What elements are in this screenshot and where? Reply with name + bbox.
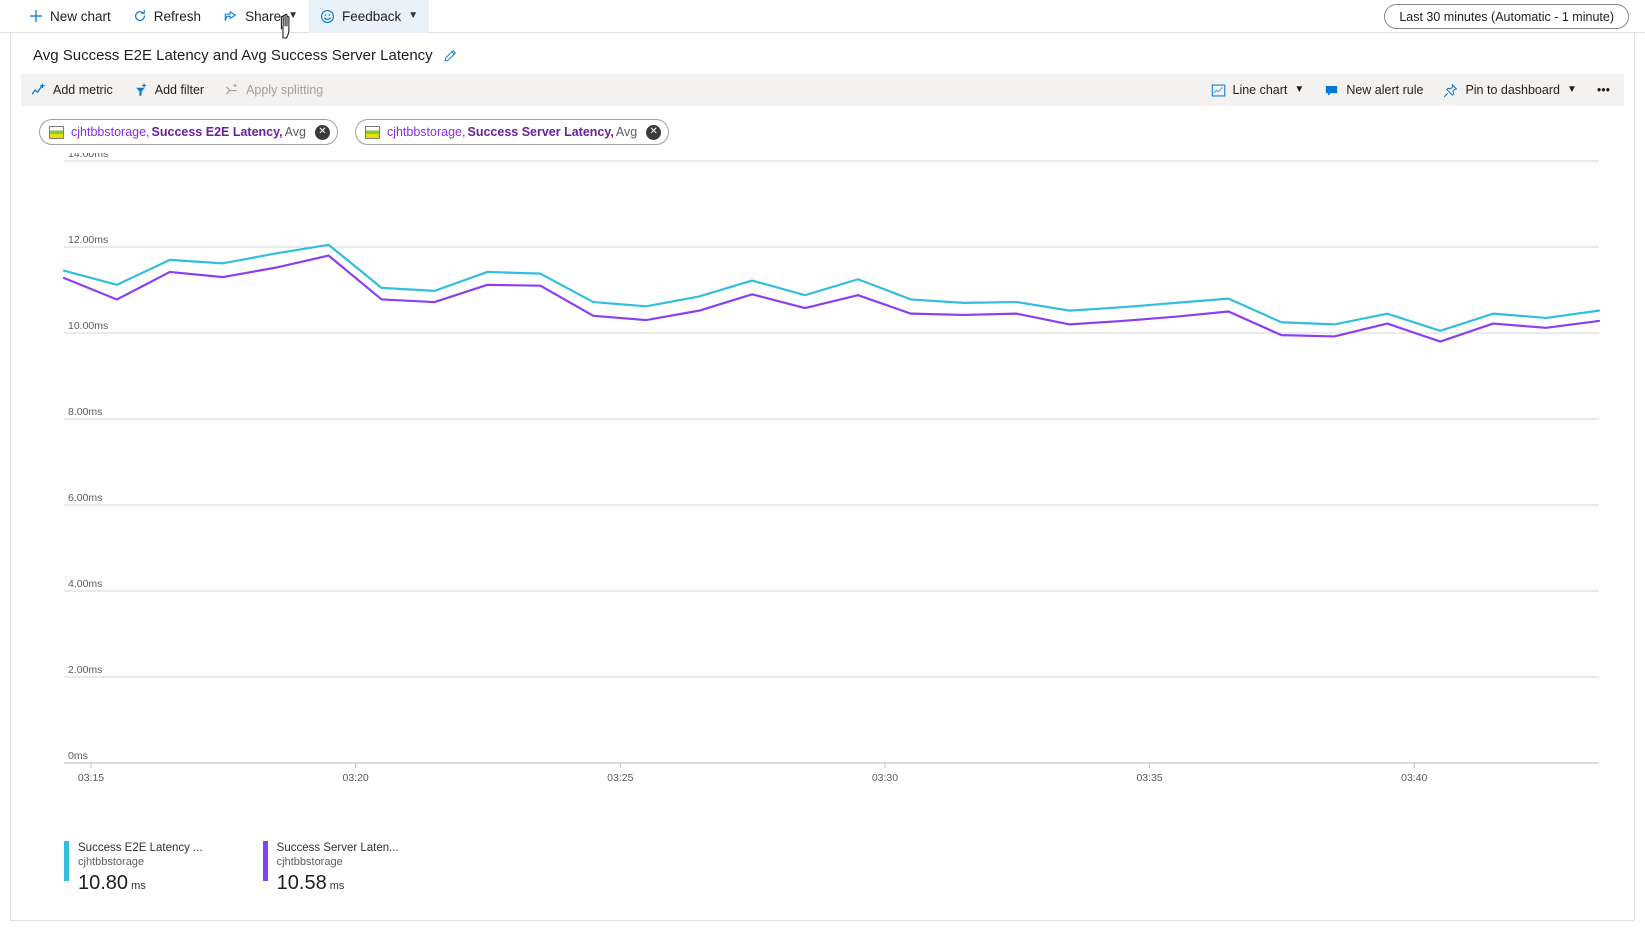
add-filter-label: Add filter — [155, 83, 204, 97]
svg-text:8.00ms: 8.00ms — [68, 406, 102, 418]
storage-account-icon — [49, 126, 64, 139]
pill-metric: Success E2E Latency, — [152, 125, 283, 139]
chart-type-button[interactable]: Line chart ▼ — [1201, 74, 1315, 106]
chart-card: Avg Success E2E Latency and Avg Success … — [10, 33, 1635, 921]
pin-icon — [1443, 83, 1458, 98]
svg-text:0ms: 0ms — [68, 750, 88, 762]
top-command-bar: New chart Refresh Share ▼ Fe — [0, 0, 1645, 33]
close-icon[interactable]: ✕ — [646, 125, 661, 140]
svg-text:03:15: 03:15 — [78, 772, 104, 784]
add-filter-icon — [133, 83, 148, 98]
more-options-label: ••• — [1597, 83, 1610, 97]
plot-area[interactable]: 0ms 2.00ms 4.00ms 6.00ms 8.00ms 10.00ms 12.00m… — [11, 153, 1634, 833]
metric-pill-list: cjhtbbstorage, Success E2E Latency, Avg … — [11, 106, 1634, 145]
refresh-icon — [133, 9, 147, 23]
legend-item-e2e-latency[interactable]: Success E2E Latency ... cjhtbbstorage 10… — [64, 841, 203, 898]
edit-pencil-icon[interactable] — [443, 49, 457, 63]
svg-text:03:30: 03:30 — [872, 772, 898, 784]
svg-text:4.00ms: 4.00ms — [68, 578, 102, 590]
plus-icon — [29, 9, 43, 23]
add-metric-label: Add metric — [53, 83, 113, 97]
apply-splitting-label: Apply splitting — [246, 83, 323, 97]
new-chart-label: New chart — [50, 9, 111, 24]
legend-series-name: Success E2E Latency ... — [78, 841, 203, 855]
chart-toolbar-right: Line chart ▼ New alert rule — [1201, 74, 1621, 106]
legend-item-server-latency[interactable]: Success Server Laten... cjhtbbstorage 10… — [263, 841, 399, 898]
chart-toolbar: Add metric Add filter Apply splitting — [21, 74, 1624, 106]
chevron-down-icon: ▼ — [288, 11, 298, 21]
add-metric-icon — [31, 83, 46, 98]
svg-text:10.00ms: 10.00ms — [68, 320, 108, 332]
pill-resource: cjhtbbstorage, — [387, 125, 466, 139]
line-chart-icon — [1211, 83, 1226, 98]
share-button[interactable]: Share ▼ — [212, 0, 309, 33]
legend-resource-name: cjhtbbstorage — [78, 855, 203, 869]
add-filter-button[interactable]: Add filter — [123, 74, 214, 106]
legend-color-swatch — [64, 841, 69, 881]
feedback-button[interactable]: Feedback ▼ — [309, 0, 429, 33]
refresh-button[interactable]: Refresh — [122, 0, 212, 33]
pin-to-dashboard-label: Pin to dashboard — [1465, 83, 1560, 97]
legend-series-name: Success Server Laten... — [277, 841, 399, 855]
metric-pill-server-latency[interactable]: cjhtbbstorage, Success Server Latency, A… — [355, 119, 669, 145]
svg-text:03:35: 03:35 — [1136, 772, 1162, 784]
svg-text:6.00ms: 6.00ms — [68, 492, 102, 504]
svg-text:14.00ms: 14.00ms — [68, 153, 108, 160]
smiley-icon — [320, 9, 335, 24]
alert-icon — [1324, 83, 1339, 98]
apply-splitting-icon — [224, 83, 239, 98]
page-title: Avg Success E2E Latency and Avg Success … — [33, 47, 433, 64]
new-chart-button[interactable]: New chart — [18, 0, 122, 33]
share-label: Share — [245, 9, 281, 24]
apply-splitting-button[interactable]: Apply splitting — [214, 74, 333, 106]
feedback-label: Feedback — [342, 9, 401, 24]
chart-title-row: Avg Success E2E Latency and Avg Success … — [11, 33, 1634, 74]
svg-text:03:40: 03:40 — [1401, 772, 1427, 784]
legend-unit: ms — [330, 880, 345, 892]
legend-unit: ms — [131, 880, 146, 892]
refresh-label: Refresh — [154, 9, 201, 24]
new-alert-rule-label: New alert rule — [1346, 83, 1423, 97]
add-metric-button[interactable]: Add metric — [21, 74, 123, 106]
time-range-picker[interactable]: Last 30 minutes (Automatic - 1 minute) — [1384, 4, 1629, 29]
close-icon[interactable]: ✕ — [315, 125, 330, 140]
chevron-down-icon: ▼ — [408, 11, 418, 21]
svg-text:12.00ms: 12.00ms — [68, 234, 108, 246]
line-chart-svg[interactable]: 0ms 2.00ms 4.00ms 6.00ms 8.00ms 10.00ms 12.00m… — [11, 153, 1631, 833]
pill-resource: cjhtbbstorage, — [71, 125, 150, 139]
storage-account-icon — [365, 126, 380, 139]
metric-pill-e2e-latency[interactable]: cjhtbbstorage, Success E2E Latency, Avg … — [39, 119, 338, 145]
chart-legend: Success E2E Latency ... cjhtbbstorage 10… — [11, 841, 1634, 898]
chart-type-label: Line chart — [1233, 83, 1288, 97]
pin-to-dashboard-button[interactable]: Pin to dashboard ▼ — [1433, 74, 1586, 106]
legend-value: 10.80ms — [78, 871, 203, 898]
legend-value: 10.58ms — [277, 871, 399, 898]
legend-color-swatch — [263, 841, 268, 881]
svg-text:2.00ms: 2.00ms — [68, 664, 102, 676]
svg-text:03:25: 03:25 — [607, 772, 633, 784]
svg-text:03:20: 03:20 — [343, 772, 369, 784]
share-icon — [223, 9, 238, 23]
legend-resource-name: cjhtbbstorage — [277, 855, 399, 869]
time-range-label: Last 30 minutes (Automatic - 1 minute) — [1399, 10, 1614, 24]
pill-aggregation: Avg — [285, 125, 306, 139]
chevron-down-icon: ▼ — [1567, 85, 1577, 95]
pill-aggregation: Avg — [616, 125, 637, 139]
more-options-button[interactable]: ••• — [1587, 74, 1620, 106]
new-alert-rule-button[interactable]: New alert rule — [1314, 74, 1433, 106]
pill-metric: Success Server Latency, — [467, 125, 613, 139]
chevron-down-icon: ▼ — [1294, 85, 1304, 95]
